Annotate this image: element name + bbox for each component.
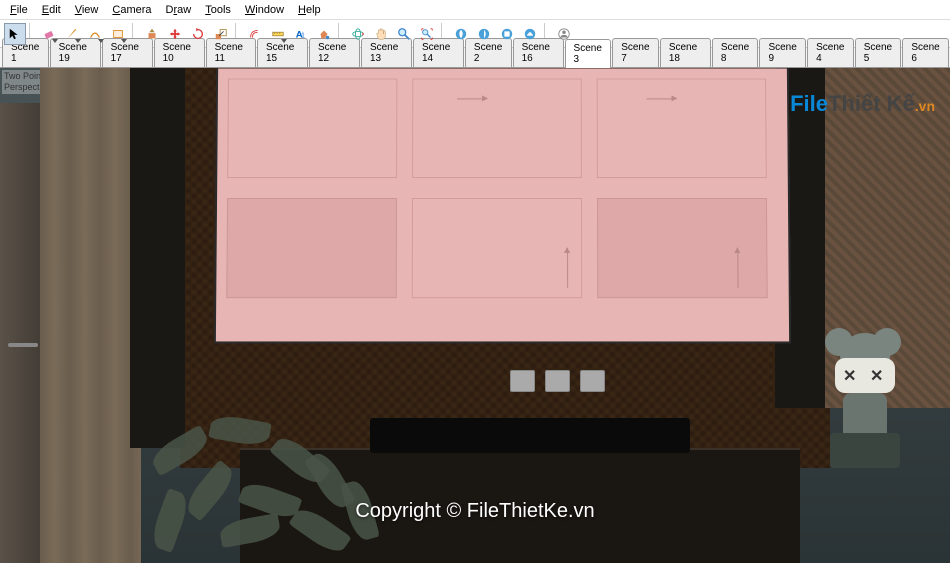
kaws-figurine-model: ✕ ✕: [815, 328, 915, 468]
arc-tool[interactable]: [84, 23, 106, 45]
scene-tab[interactable]: Scene 3: [565, 39, 612, 68]
outlet-model: [545, 370, 570, 392]
watermark-logo: FileThiết Kế.vn: [790, 91, 935, 117]
scene-tab[interactable]: Scene 9: [759, 38, 806, 67]
scene-tabs-bar: Scene 1Scene 19Scene 17Scene 10Scene 11S…: [0, 48, 950, 68]
zoom-tool[interactable]: [393, 23, 415, 45]
tv-screen-model: [214, 69, 791, 344]
rectangle-tool[interactable]: [107, 23, 129, 45]
svg-text:1: 1: [301, 32, 305, 39]
select-tool[interactable]: [4, 23, 26, 45]
3d-viewport[interactable]: Two PointPerspective: [0, 68, 950, 563]
vray-viewport-tool[interactable]: [496, 23, 518, 45]
menu-window[interactable]: Window: [239, 2, 290, 17]
menu-bar: FFileile Edit View Camera Draw Tools Win…: [0, 0, 950, 20]
dropdown-arrow-icon: [281, 39, 287, 43]
scene-tab[interactable]: Scene 6: [902, 38, 949, 67]
line-tool[interactable]: [61, 23, 83, 45]
orbit-tool[interactable]: [347, 23, 369, 45]
paint-tool[interactable]: [313, 23, 335, 45]
offset-tool[interactable]: [244, 23, 266, 45]
watermark-copyright: Copyright © FileThietKe.vn: [355, 500, 594, 523]
eraser-tool[interactable]: [38, 23, 60, 45]
tape-tool[interactable]: [267, 23, 289, 45]
wood-wall-model: [40, 68, 141, 563]
pushpull-tool[interactable]: [141, 23, 163, 45]
vray-render-tool[interactable]: [450, 23, 472, 45]
scene-tab[interactable]: Scene 7: [612, 38, 659, 67]
scale-tool[interactable]: [210, 23, 232, 45]
scene-tab[interactable]: Scene 4: [807, 38, 854, 67]
soundbar-model: [370, 418, 690, 453]
dropdown-arrow-icon: [98, 39, 104, 43]
scene-tab[interactable]: Scene 8: [712, 38, 759, 67]
zoom-extents-tool[interactable]: [416, 23, 438, 45]
plant-model: [130, 398, 410, 563]
dropdown-arrow-icon: [121, 39, 127, 43]
outlet-model: [580, 370, 605, 392]
dropdown-arrow-icon: [75, 39, 81, 43]
dark-panel-left-model: [130, 68, 185, 448]
menu-help[interactable]: Help: [292, 2, 327, 17]
menu-file[interactable]: FFileile: [4, 2, 34, 17]
vray-cloud-tool[interactable]: [519, 23, 541, 45]
menu-view[interactable]: View: [69, 2, 105, 17]
menu-draw[interactable]: Draw: [160, 2, 198, 17]
door-handle-model: [8, 343, 38, 347]
dropdown-arrow-icon: [52, 39, 58, 43]
menu-tools[interactable]: Tools: [199, 2, 237, 17]
pan-tool[interactable]: [370, 23, 392, 45]
vray-interactive-tool[interactable]: [473, 23, 495, 45]
menu-camera[interactable]: Camera: [106, 2, 157, 17]
text-tool[interactable]: A1: [290, 23, 312, 45]
rotate-tool[interactable]: [187, 23, 209, 45]
outlet-model: [510, 370, 535, 392]
scene-tab[interactable]: Scene 18: [660, 38, 711, 67]
scene-tab[interactable]: Scene 5: [855, 38, 902, 67]
menu-edit[interactable]: Edit: [36, 2, 67, 17]
move-tool[interactable]: [164, 23, 186, 45]
